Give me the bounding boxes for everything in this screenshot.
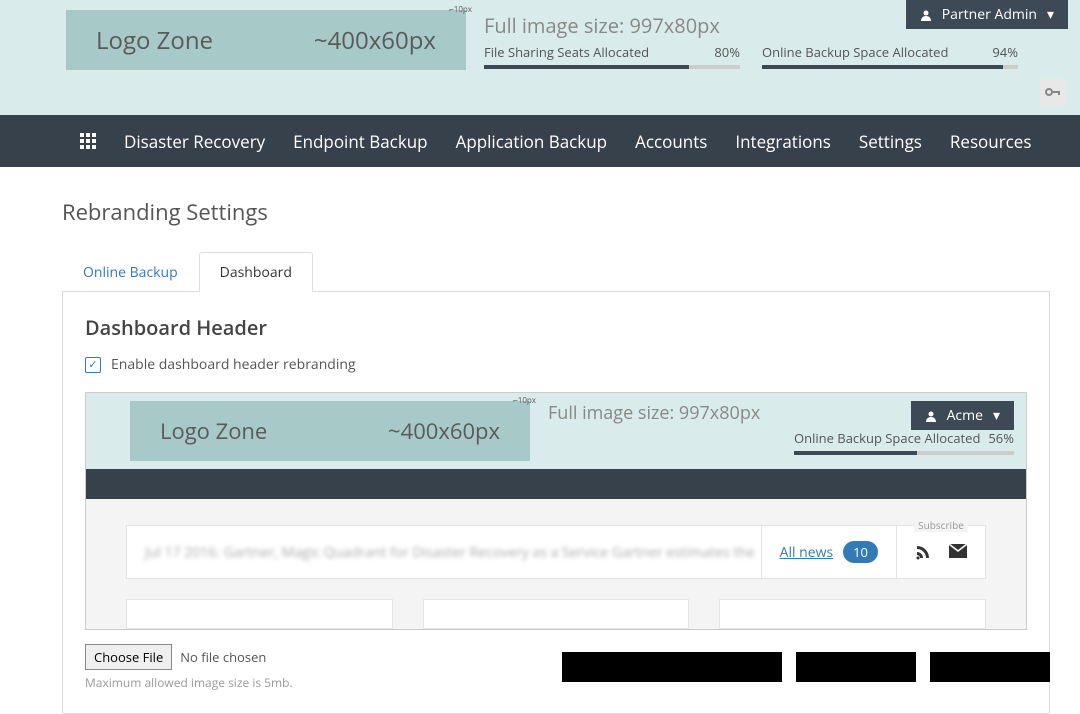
user-icon bbox=[925, 410, 937, 422]
checkbox-label: Enable dashboard header rebranding bbox=[111, 355, 356, 374]
preview-stat-value: 56% bbox=[988, 429, 1014, 447]
top-header: Logo Zone ~400x60px ⌐10px Full image siz… bbox=[0, 0, 1080, 115]
preview-user-menu[interactable]: Acme ▾ bbox=[911, 401, 1014, 430]
enable-rebranding-row: ✓ Enable dashboard header rebranding bbox=[85, 355, 1027, 374]
mail-icon[interactable] bbox=[949, 544, 967, 560]
logo-zone-placeholder: Logo Zone ~400x60px ⌐10px bbox=[66, 10, 466, 70]
tab-pane-dashboard: Dashboard Header ✓ Enable dashboard head… bbox=[62, 292, 1050, 714]
tab-dashboard[interactable]: Dashboard bbox=[199, 252, 313, 292]
tab-online-backup[interactable]: Online Backup bbox=[62, 252, 199, 292]
stat-label: File Sharing Seats Allocated bbox=[484, 43, 649, 61]
nav-resources[interactable]: Resources bbox=[950, 130, 1032, 153]
stat-online-backup: Online Backup Space Allocated 94% bbox=[762, 43, 1018, 105]
preview-card bbox=[126, 599, 393, 629]
page-body: Rebranding Settings Online Backup Dashbo… bbox=[0, 167, 1080, 714]
logo-zone-size: ~400x60px bbox=[314, 24, 436, 57]
chevron-down-icon: ▾ bbox=[993, 406, 1000, 425]
page-title: Rebranding Settings bbox=[62, 197, 1050, 227]
stat-value: 80% bbox=[714, 43, 740, 61]
preview-stat-label: Online Backup Space Allocated bbox=[794, 429, 980, 447]
corner-tick-icon: ⌐10px bbox=[513, 395, 536, 406]
preview-logo-zone: Logo Zone ~400x60px ⌐10px bbox=[130, 401, 530, 461]
user-icon bbox=[920, 9, 932, 21]
redacted-footer bbox=[0, 652, 1080, 682]
logo-zone-label: Logo Zone bbox=[96, 24, 213, 57]
news-bar: Jul 17 2016: Gartner, Magic Quadrant for… bbox=[126, 525, 986, 579]
nav-integrations[interactable]: Integrations bbox=[735, 130, 831, 153]
user-menu[interactable]: Partner Admin ▾ bbox=[906, 0, 1068, 29]
redacted-block bbox=[562, 652, 782, 682]
key-icon-button[interactable] bbox=[1040, 79, 1066, 105]
apps-grid-icon[interactable] bbox=[80, 133, 96, 149]
preview-user-label: Acme bbox=[947, 406, 983, 425]
preview-stat-bar bbox=[794, 451, 1014, 455]
preview-nav-bar bbox=[86, 469, 1026, 499]
nav-application-backup[interactable]: Application Backup bbox=[456, 130, 607, 153]
section-title: Dashboard Header bbox=[85, 314, 1027, 341]
main-nav: Disaster Recovery Endpoint Backup Applic… bbox=[0, 115, 1080, 167]
news-text-blurred: Jul 17 2016: Gartner, Magic Quadrant for… bbox=[127, 543, 761, 562]
tabs: Online Backup Dashboard bbox=[62, 251, 1050, 292]
redacted-block bbox=[796, 652, 916, 682]
preview-logo-size: ~400x60px bbox=[388, 416, 500, 446]
preview-logo-label: Logo Zone bbox=[160, 416, 267, 446]
news-count-badge: 10 bbox=[843, 541, 878, 563]
subscribe-label: Subscribe bbox=[914, 518, 968, 532]
stat-value: 94% bbox=[992, 43, 1018, 61]
nav-accounts[interactable]: Accounts bbox=[635, 130, 707, 153]
corner-tick-icon: ⌐10px bbox=[449, 4, 472, 15]
stat-bar bbox=[484, 65, 740, 69]
preview-card bbox=[423, 599, 690, 629]
user-label: Partner Admin bbox=[942, 5, 1037, 24]
subscribe-cell: Subscribe bbox=[896, 526, 985, 578]
all-news-cell: All news 10 bbox=[761, 526, 896, 578]
nav-endpoint-backup[interactable]: Endpoint Backup bbox=[293, 130, 427, 153]
preview-card bbox=[719, 599, 986, 629]
redacted-block bbox=[930, 652, 1050, 682]
stat-file-sharing: File Sharing Seats Allocated 80% bbox=[484, 43, 740, 105]
chevron-down-icon: ▾ bbox=[1047, 5, 1054, 24]
rss-icon[interactable] bbox=[915, 544, 931, 560]
preview-body: Jul 17 2016: Gartner, Magic Quadrant for… bbox=[86, 499, 1026, 629]
enable-rebranding-checkbox[interactable]: ✓ bbox=[85, 357, 101, 373]
nav-disaster-recovery[interactable]: Disaster Recovery bbox=[124, 130, 265, 153]
preview-card-row bbox=[126, 599, 986, 629]
nav-settings[interactable]: Settings bbox=[859, 130, 922, 153]
header-preview: Logo Zone ~400x60px ⌐10px Full image siz… bbox=[85, 392, 1027, 630]
stat-label: Online Backup Space Allocated bbox=[762, 43, 948, 61]
preview-header: Logo Zone ~400x60px ⌐10px Full image siz… bbox=[86, 393, 1026, 469]
stat-bar bbox=[762, 65, 1018, 69]
all-news-link[interactable]: All news bbox=[780, 543, 834, 562]
